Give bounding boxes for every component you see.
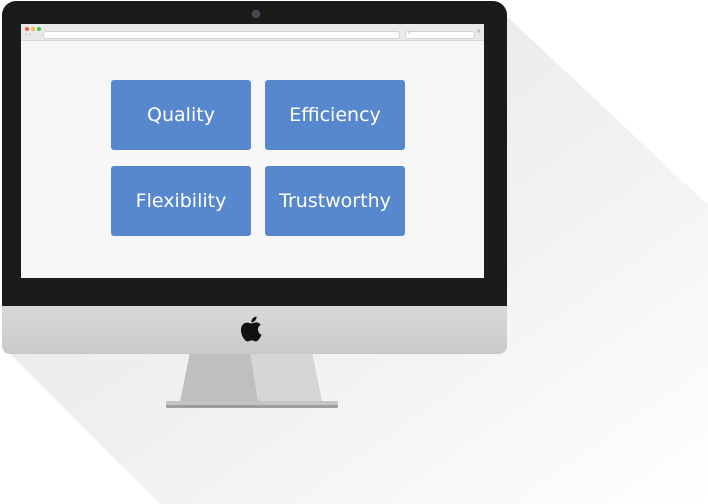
tile-efficiency[interactable]: Efficiency	[265, 80, 405, 150]
address-bar[interactable]	[43, 31, 400, 39]
window-zoom-button[interactable]	[37, 27, 41, 31]
window-minimize-button[interactable]	[31, 27, 35, 31]
imac-mockup: ‹ › ⌕ × Quality Efficiency Flexibility T…	[0, 0, 708, 504]
tile-trustworthy[interactable]: Trustworthy	[265, 166, 405, 236]
camera-icon	[252, 10, 260, 18]
back-arrow-icon[interactable]: ‹ ›	[25, 32, 31, 38]
browser-toolbar: ‹ › ⌕ ×	[21, 24, 484, 41]
screen: ‹ › ⌕ × Quality Efficiency Flexibility T…	[21, 24, 484, 278]
search-icon: ⌕	[408, 30, 411, 36]
tile-flexibility[interactable]: Flexibility	[111, 166, 251, 236]
window-close-button[interactable]	[25, 27, 29, 31]
tile-quality[interactable]: Quality	[111, 80, 251, 150]
apple-logo-icon	[241, 316, 262, 342]
close-icon[interactable]: ×	[476, 28, 481, 35]
search-input[interactable]	[405, 31, 475, 39]
